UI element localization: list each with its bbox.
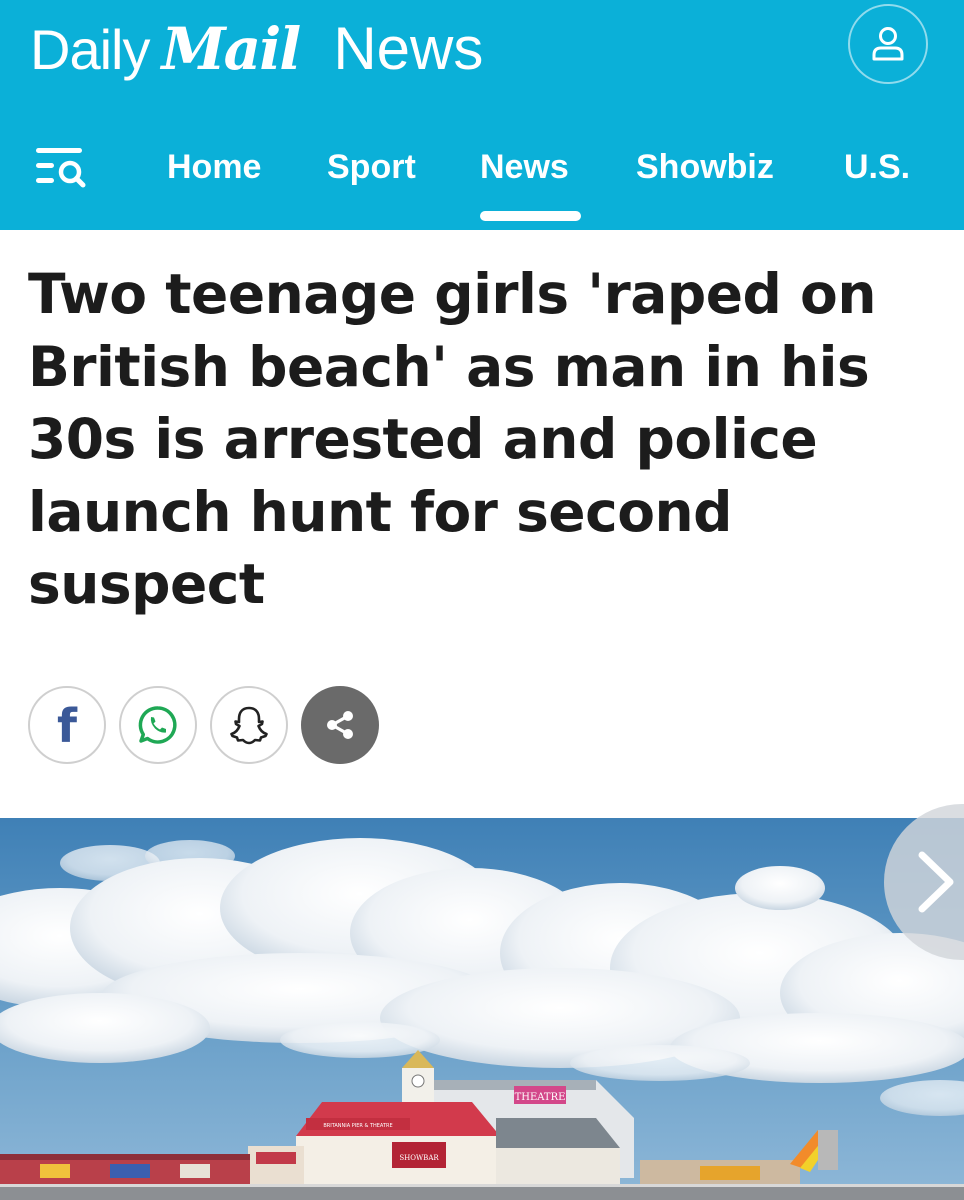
nav-us[interactable]: U.S.	[844, 145, 910, 195]
facebook-share-button[interactable]: f	[28, 686, 106, 764]
nav-news[interactable]: News	[480, 145, 569, 195]
active-tab-indicator	[480, 211, 581, 221]
section-title: News	[333, 15, 484, 82]
nav-showbiz[interactable]: Showbiz	[636, 145, 774, 195]
menu-search-icon	[36, 148, 86, 188]
logo-daily-text: Daily	[30, 18, 150, 81]
pier-name-sign: BRITANNIA PIER & THEATRE	[323, 1123, 392, 1129]
share-icon	[327, 711, 353, 739]
page: Daily Mail News Home Sport News Showbiz	[0, 0, 964, 1200]
more-share-button[interactable]	[301, 686, 379, 764]
chevron-right-icon	[918, 851, 954, 913]
brand-logo[interactable]: Daily Mail News	[30, 14, 483, 84]
whatsapp-icon	[138, 706, 177, 744]
snapchat-icon	[230, 706, 268, 745]
snapchat-share-button[interactable]	[210, 686, 288, 764]
hero-image[interactable]: THEATRE BRITANNIA PIER & THEATRE SHOWBAR	[0, 818, 964, 1200]
theatre-sign: THEATRE	[515, 1092, 566, 1103]
logo-mail-text: Mail	[161, 15, 301, 83]
site-header: Daily Mail News Home Sport News Showbiz	[0, 0, 964, 230]
account-button[interactable]	[848, 4, 928, 84]
showbar-sign: SHOWBAR	[399, 1154, 439, 1162]
pier-photo: THEATRE BRITANNIA PIER & THEATRE SHOWBAR	[0, 818, 964, 1200]
menu-search-button[interactable]	[28, 140, 92, 196]
whatsapp-share-button[interactable]	[119, 686, 197, 764]
facebook-icon: f	[56, 699, 77, 753]
article-headline: Two teenage girls 'raped on British beac…	[28, 262, 877, 616]
user-icon	[872, 27, 904, 61]
nav-home[interactable]: Home	[167, 145, 261, 195]
nav-sport[interactable]: Sport	[327, 145, 416, 195]
